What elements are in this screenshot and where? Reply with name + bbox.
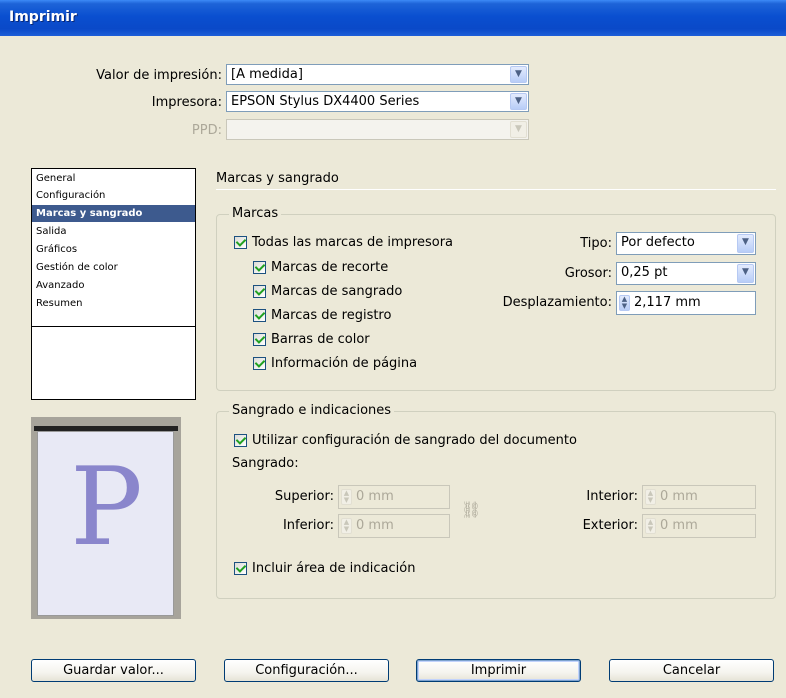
type-select[interactable]: Por defecto ▼: [616, 232, 756, 255]
list-divider: [32, 326, 195, 327]
crop-marks-label: Marcas de recorte: [271, 260, 389, 275]
bottom-bleed-spinner: ▲ ▼ 0 mm: [338, 514, 450, 538]
nav-item-gestion-color[interactable]: Gestión de color: [32, 259, 195, 276]
page-info-checkbox[interactable]: [253, 357, 266, 370]
page-preview: P: [31, 417, 181, 619]
inside-bleed-label: Interior:: [586, 489, 638, 504]
weight-select[interactable]: 0,25 pt ▼: [616, 262, 756, 285]
save-preset-button[interactable]: Guardar valor...: [31, 659, 196, 682]
printer-label: Impresora:: [151, 95, 222, 110]
include-slug-checkbox[interactable]: [234, 562, 247, 575]
chevron-down-icon[interactable]: ▼: [737, 264, 754, 283]
outside-bleed-label: Exterior:: [582, 518, 638, 533]
section-divider: [216, 189, 776, 190]
preview-page: P: [37, 431, 174, 616]
bleed-marks-label: Marcas de sangrado: [271, 284, 403, 299]
color-bars-checkbox[interactable]: [253, 333, 266, 346]
title-bar[interactable]: Imprimir: [0, 0, 786, 36]
weight-value: 0,25 pt: [621, 265, 668, 280]
preset-select[interactable]: [A medida] ▼: [226, 64, 529, 85]
nav-item-general[interactable]: General: [32, 170, 195, 187]
bottom-bleed-value: 0 mm: [356, 518, 394, 533]
window-title: Imprimir: [9, 9, 77, 25]
nav-item-resumen[interactable]: Resumen: [32, 295, 195, 312]
all-marks-checkbox[interactable]: [234, 236, 247, 249]
inside-bleed-value: 0 mm: [660, 489, 698, 504]
printer-select[interactable]: EPSON Stylus DX4400 Series ▼: [226, 91, 529, 112]
registration-marks-label: Marcas de registro: [271, 308, 392, 323]
include-slug-label: Incluir área de indicación: [252, 561, 416, 576]
preview-letter: P: [70, 445, 143, 570]
spinner-arrows-icon: ▲ ▼: [645, 489, 656, 505]
all-marks-label: Todas las marcas de impresora: [252, 235, 454, 250]
offset-label: Desplazamiento:: [502, 295, 612, 310]
bleed-group-title: Sangrado e indicaciones: [229, 403, 395, 418]
chevron-down-icon: ▼: [510, 121, 527, 138]
spinner-arrows-icon: ▲ ▼: [645, 518, 656, 534]
inside-bleed-spinner: ▲ ▼ 0 mm: [642, 485, 756, 509]
spinner-arrows-icon: ▲ ▼: [341, 518, 352, 534]
outside-bleed-spinner: ▲ ▼ 0 mm: [642, 514, 756, 538]
offset-value: 2,117 mm: [634, 295, 701, 310]
registration-marks-checkbox[interactable]: [253, 309, 266, 322]
nav-item-salida[interactable]: Salida: [32, 223, 195, 240]
chevron-down-icon[interactable]: ▼: [737, 234, 754, 253]
nav-item-configuracion[interactable]: Configuración: [32, 187, 195, 204]
use-doc-bleed-checkbox[interactable]: [234, 434, 247, 447]
crop-marks-checkbox[interactable]: [253, 261, 266, 274]
top-bleed-value: 0 mm: [356, 489, 394, 504]
ppd-select: ▼: [226, 119, 529, 140]
printer-value: EPSON Stylus DX4400 Series: [231, 94, 420, 109]
top-bleed-label: Superior:: [274, 489, 334, 504]
nav-item-marcas-sangrado[interactable]: Marcas y sangrado: [32, 205, 195, 222]
print-dialog: Imprimir Valor de impresión: [A medida] …: [0, 0, 786, 698]
color-bars-label: Barras de color: [271, 332, 370, 347]
nav-item-avanzado[interactable]: Avanzado: [32, 277, 195, 294]
ppd-label: PPD:: [191, 123, 222, 138]
chevron-down-icon[interactable]: ▼: [510, 66, 527, 83]
category-list[interactable]: General Configuración Marcas y sangrado …: [31, 168, 196, 400]
page-info-label: Información de página: [271, 356, 418, 371]
marks-group-title: Marcas: [229, 206, 282, 221]
chevron-down-icon[interactable]: ▼: [510, 93, 527, 110]
cancel-button[interactable]: Cancelar: [609, 659, 774, 682]
type-label: Tipo:: [580, 236, 612, 251]
preset-label: Valor de impresión:: [96, 68, 222, 83]
bottom-bleed-label: Inferior:: [282, 518, 334, 533]
section-title: Marcas y sangrado: [216, 171, 339, 186]
type-value: Por defecto: [621, 235, 695, 250]
spinner-arrows-icon: ▲ ▼: [341, 489, 352, 505]
chain-link-icon: ⛓: [461, 500, 482, 519]
setup-button[interactable]: Configuración...: [224, 659, 389, 682]
bleed-marks-checkbox[interactable]: [253, 285, 266, 298]
outside-bleed-value: 0 mm: [660, 518, 698, 533]
preset-value: [A medida]: [231, 67, 303, 82]
use-doc-bleed-label: Utilizar configuración de sangrado del d…: [252, 433, 577, 448]
spinner-arrows-icon[interactable]: ▲ ▼: [619, 295, 630, 311]
offset-spinner[interactable]: ▲ ▼ 2,117 mm: [616, 291, 756, 315]
print-button[interactable]: Imprimir: [416, 659, 581, 682]
nav-item-graficos[interactable]: Gráficos: [32, 241, 195, 258]
top-bleed-spinner: ▲ ▼ 0 mm: [338, 485, 450, 509]
weight-label: Grosor:: [564, 266, 612, 281]
bleed-label: Sangrado:: [232, 456, 299, 471]
